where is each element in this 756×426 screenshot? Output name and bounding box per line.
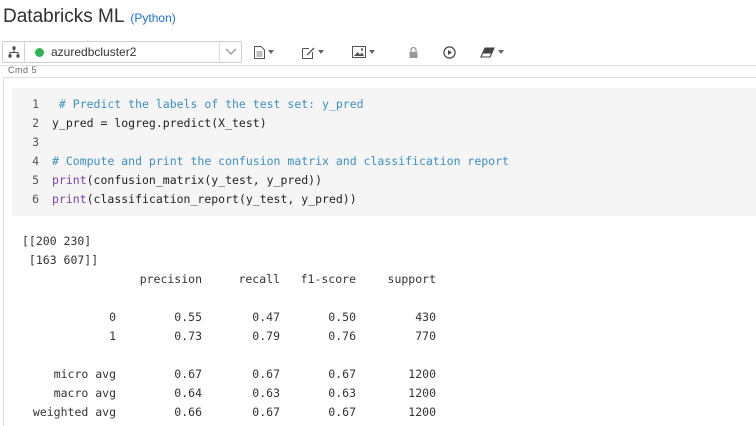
report-value: 0.50 (328, 310, 356, 324)
caret-down-icon (318, 50, 324, 54)
eraser-icon (480, 46, 495, 58)
report-row-label: 1 (109, 329, 116, 343)
code-line: 2 y_pred = logreg.predict(X_test) (12, 114, 267, 133)
report-row-label: macro avg (53, 386, 116, 400)
cluster-select[interactable]: azuredbcluster2 (2, 41, 242, 63)
code-line: 3 (12, 133, 52, 152)
report-row-label: micro avg (53, 367, 116, 381)
report-value: 0.76 (328, 329, 356, 343)
report-header: f1-score (300, 272, 356, 286)
play-circle-icon (443, 45, 456, 59)
code-keyword: print (52, 192, 87, 206)
code-keyword: print (52, 173, 87, 187)
line-number: 4 (32, 154, 39, 168)
report-value: 0.55 (174, 310, 202, 324)
report-value: 0.67 (328, 367, 356, 381)
lock-icon (409, 46, 418, 58)
cluster-status-dot (35, 47, 44, 57)
report-value: 0.79 (252, 329, 280, 343)
code-line: 4 # Compute and print the confusion matr… (12, 152, 509, 171)
report-value: 0.63 (328, 386, 356, 400)
code-editor[interactable]: 1 # Predict the labels of the test set: … (12, 88, 756, 216)
code-args: (classification_report(y_test, y_pred)) (86, 192, 357, 206)
run-all-button[interactable] (443, 44, 456, 60)
clear-menu-button[interactable] (480, 44, 504, 60)
view-menu-button[interactable] (352, 44, 375, 60)
code-args: (confusion_matrix(y_test, y_pred)) (86, 173, 323, 187)
permissions-button[interactable] (409, 44, 418, 60)
chevron-down-icon[interactable] (219, 42, 241, 62)
cluster-tree-icon[interactable] (3, 42, 25, 62)
line-number: 2 (32, 116, 39, 130)
edit-menu-button[interactable] (302, 44, 324, 60)
notebook-toolbar: azuredbcluster2 (0, 40, 756, 66)
line-number: 5 (32, 173, 39, 187)
report-value: 1200 (408, 386, 436, 400)
report-value: 0.67 (252, 405, 280, 419)
report-value: 0.66 (174, 405, 202, 419)
code-text: print(confusion_matrix(y_test, y_pred)) (52, 171, 322, 190)
code-line: 6 print(classification_report(y_test, y_… (12, 190, 357, 209)
notebook-title: Databricks ML (3, 6, 125, 27)
report-value: 430 (415, 310, 436, 324)
report-value: 0.73 (174, 329, 202, 343)
report-value: 0.67 (252, 367, 280, 381)
edit-icon (302, 47, 315, 59)
report-row-label: weighted avg (32, 405, 116, 419)
report-value: 0.67 (328, 405, 356, 419)
report-value: 0.67 (174, 367, 202, 381)
caret-down-icon (268, 50, 274, 54)
cluster-name: azuredbcluster2 (51, 45, 137, 59)
matrix-line: [163 607]] (22, 253, 99, 267)
report-header: precision (139, 272, 202, 286)
file-menu-button[interactable] (254, 44, 274, 60)
file-icon (254, 45, 265, 59)
code-comment: # Compute and print the confusion matrix… (52, 154, 509, 168)
matrix-line: [[200 230] (22, 234, 92, 248)
report-value: 0.64 (174, 386, 202, 400)
caret-down-icon (369, 50, 375, 54)
line-number: 6 (32, 192, 39, 206)
report-value: 0.47 (252, 310, 280, 324)
line-number: 3 (32, 135, 39, 149)
report-value: 770 (415, 329, 436, 343)
code-text: y_pred = logreg.predict(X_test) (52, 116, 267, 130)
report-header: recall (238, 272, 280, 286)
code-text: print(classification_report(y_test, y_pr… (52, 190, 357, 209)
image-icon (352, 46, 366, 58)
report-header: support (387, 272, 436, 286)
report-value: 1200 (408, 405, 436, 419)
code-line: 1 # Predict the labels of the test set: … (12, 95, 364, 114)
report-value: 1200 (408, 367, 436, 381)
cmd-label: Cmd 5 (8, 65, 38, 75)
report-row-label: 0 (109, 310, 116, 324)
code-line: 5 print(confusion_matrix(y_test, y_pred)… (12, 171, 322, 190)
code-comment: # Predict the labels of the test set: y_… (52, 97, 364, 111)
report-value: 0.63 (252, 386, 280, 400)
line-number: 1 (32, 97, 39, 111)
notebook-header: Databricks ML (Python) (3, 6, 176, 30)
caret-down-icon (498, 50, 504, 54)
language-tag[interactable]: (Python) (130, 11, 175, 25)
